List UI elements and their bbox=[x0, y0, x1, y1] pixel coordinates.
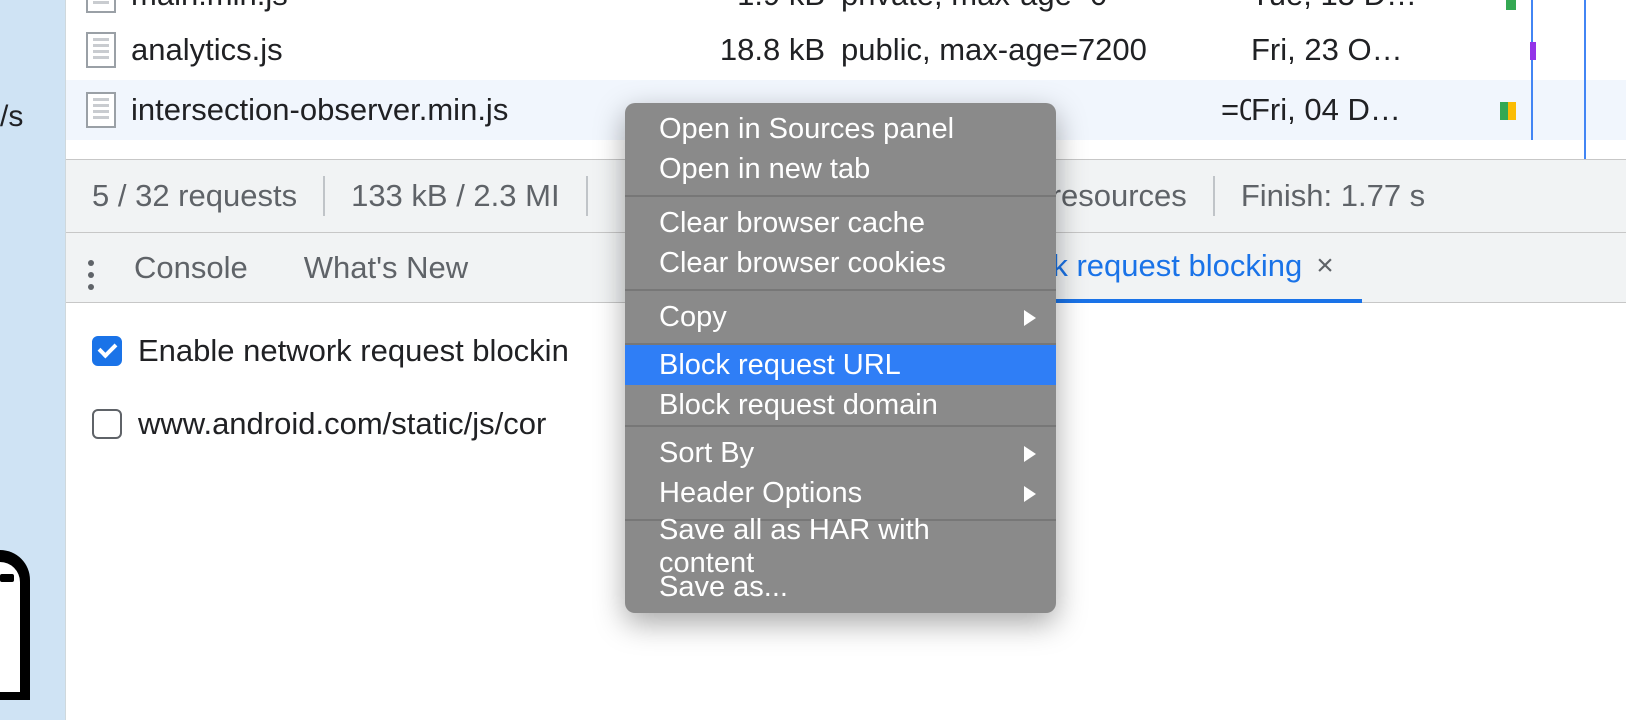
drawer-menu-button[interactable] bbox=[66, 250, 106, 286]
cell-size: 18.8 kB bbox=[641, 32, 841, 68]
close-icon[interactable]: × bbox=[1316, 249, 1334, 283]
blocking-pattern-checkbox[interactable] bbox=[92, 409, 122, 439]
menu-block-request-url[interactable]: Block request URL bbox=[625, 345, 1056, 385]
menu-label: Open in new tab bbox=[659, 153, 870, 186]
tab-whats-new[interactable]: What's New bbox=[276, 233, 496, 302]
cell-size: 1.9 kB bbox=[641, 0, 841, 13]
menu-clear-browser-cookies[interactable]: Clear browser cookies bbox=[625, 243, 1056, 283]
file-icon bbox=[86, 92, 116, 128]
context-menu: Open in Sources panel Open in new tab Cl… bbox=[625, 103, 1056, 613]
tab-console[interactable]: Console bbox=[106, 233, 276, 302]
tab-label: Console bbox=[134, 250, 248, 286]
menu-sort-by[interactable]: Sort By bbox=[625, 433, 1056, 473]
cell-date: Fri, 04 D… bbox=[1251, 92, 1456, 128]
menu-copy[interactable]: Copy bbox=[625, 297, 1056, 337]
blocking-pattern-text: www.android.com/static/js/cor bbox=[138, 406, 546, 442]
status-finish: Finish: 1.77 s bbox=[1215, 176, 1451, 216]
menu-label: Clear browser cookies bbox=[659, 247, 946, 280]
file-icon bbox=[86, 0, 116, 13]
side-label-fragment: /s bbox=[0, 100, 23, 134]
cell-name: intersection-observer.min.js bbox=[131, 92, 641, 128]
device-preview-sliver: /s bbox=[0, 0, 65, 720]
enable-blocking-checkbox[interactable] bbox=[92, 336, 122, 366]
menu-label: Sort By bbox=[659, 437, 754, 470]
cell-date: Fri, 23 O… bbox=[1251, 32, 1456, 68]
tab-label: What's New bbox=[304, 250, 468, 286]
menu-label: Block request domain bbox=[659, 389, 938, 422]
device-status-dots bbox=[0, 574, 14, 582]
file-icon bbox=[86, 32, 116, 68]
cell-date: Tue, 15 D… bbox=[1251, 0, 1456, 13]
menu-label: Save as... bbox=[659, 571, 788, 604]
cell-cache: private, max-age=0 bbox=[841, 0, 1251, 13]
menu-header-options[interactable]: Header Options bbox=[625, 473, 1056, 513]
menu-block-request-domain[interactable]: Block request domain bbox=[625, 385, 1056, 425]
status-transferred: 133 kB / 2.3 MI bbox=[325, 176, 588, 216]
menu-open-in-new-tab[interactable]: Open in new tab bbox=[625, 149, 1056, 189]
cell-name: analytics.js bbox=[131, 32, 641, 68]
kebab-icon bbox=[88, 272, 94, 278]
menu-label: Block request URL bbox=[659, 349, 901, 382]
menu-save-all-as-har[interactable]: Save all as HAR with content bbox=[625, 527, 1056, 567]
table-row[interactable]: analytics.js 18.8 kB public, max-age=720… bbox=[66, 20, 1626, 80]
cell-waterfall bbox=[1456, 80, 1586, 140]
menu-open-in-sources[interactable]: Open in Sources panel bbox=[625, 109, 1056, 149]
cell-cache: public, max-age=7200 bbox=[841, 32, 1251, 68]
cell-waterfall bbox=[1456, 20, 1586, 80]
menu-label: Header Options bbox=[659, 477, 862, 510]
menu-label: Copy bbox=[659, 301, 727, 334]
status-requests: 5 / 32 requests bbox=[66, 176, 325, 216]
menu-label: Open in Sources panel bbox=[659, 113, 954, 146]
table-row[interactable]: main.min.js 1.9 kB private, max-age=0 Tu… bbox=[66, 0, 1626, 20]
enable-blocking-label: Enable network request blockin bbox=[138, 333, 569, 369]
menu-clear-browser-cache[interactable]: Clear browser cache bbox=[625, 203, 1056, 243]
menu-label: Clear browser cache bbox=[659, 207, 925, 240]
cell-name: main.min.js bbox=[131, 0, 641, 13]
menu-save-as[interactable]: Save as... bbox=[625, 567, 1056, 607]
cell-waterfall bbox=[1456, 0, 1586, 20]
